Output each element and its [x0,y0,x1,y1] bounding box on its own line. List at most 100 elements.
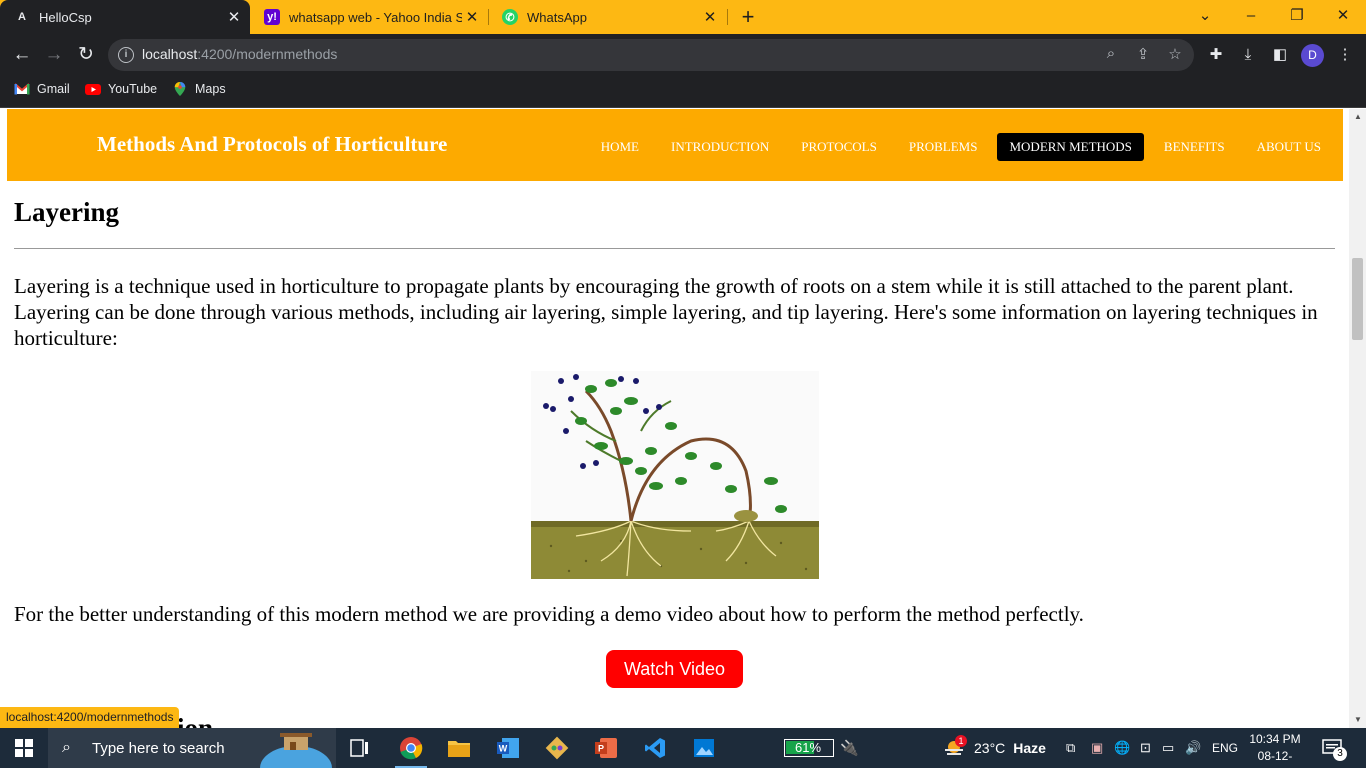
powerpoint-icon[interactable]: P [582,728,630,768]
scroll-down-icon[interactable]: ▼ [1354,715,1362,724]
search-icon: ⌕ [62,739,71,756]
whatsapp-icon: ✆ [502,9,518,25]
weather-description: Haze [1013,740,1046,756]
tab-strip: A HelloCsp ✕ y! whatsapp web - Yahoo Ind… [0,0,1366,34]
vscode-icon[interactable] [631,728,679,768]
maps-icon [174,82,186,96]
window-close-icon[interactable]: ✕ [1320,0,1366,34]
youtube-icon [85,84,101,95]
notification-count: 3 [1333,747,1347,761]
search-highlight-icon [260,733,332,768]
url-path: :4200/modernmethods [197,46,338,62]
task-view-icon[interactable] [336,728,384,768]
section-heading: Layering [14,197,119,227]
notification-center[interactable]: 3 [1322,728,1347,768]
battery-percent: 61% [794,740,822,755]
git-app-icon[interactable] [533,728,581,768]
language-indicator[interactable]: ENG [1212,728,1238,768]
back-icon[interactable]: ← [9,42,35,68]
scroll-thumb[interactable] [1352,258,1363,340]
nav-introduction[interactable]: INTRODUCTION [659,133,781,161]
tab-yahoo-search[interactable]: y! whatsapp web - Yahoo India Sea ✕ [250,0,488,34]
nav-home[interactable]: HOME [589,133,651,161]
section-divider [14,248,1335,249]
search-placeholder: Type here to search [92,739,225,757]
bookmark-youtube[interactable]: YouTube [85,82,157,96]
chrome-taskbar-icon[interactable] [387,728,435,768]
nav-problems[interactable]: PROBLEMS [897,133,990,161]
svg-text:P: P [598,744,604,754]
clock-time: 10:34 PM [1249,732,1301,746]
power-plan-icon[interactable]: ▭ [1162,728,1174,768]
close-icon[interactable]: ✕ [462,8,482,26]
site-navbar: Methods And Protocols of Horticulture HO… [7,109,1343,181]
file-explorer-icon[interactable] [435,728,483,768]
reload-icon[interactable]: ↻ [73,42,99,68]
weather-widget[interactable]: 1 23°C Haze [943,728,1046,768]
word-icon[interactable]: W [484,728,532,768]
battery-indicator[interactable]: 61% [784,739,834,757]
menu-icon[interactable]: ⋮ [1333,44,1357,68]
side-panel-icon[interactable]: ◧ [1268,44,1292,68]
page-viewport: Methods And Protocols of Horticulture HO… [0,109,1366,728]
yahoo-icon: y! [264,9,280,25]
antivirus-icon[interactable]: ▣ [1091,728,1103,768]
tab-title: WhatsApp [527,9,587,25]
watch-video-button[interactable]: Watch Video [606,650,743,688]
nav-benefits[interactable]: BENEFITS [1152,133,1237,161]
bookmark-star-icon[interactable]: ☆ [1164,45,1186,65]
site-info-icon[interactable]: i [118,47,134,63]
scroll-up-icon[interactable]: ▲ [1354,112,1362,121]
address-bar[interactable]: i localhost:4200/modernmethods ⌕ ⇪ ☆ [108,39,1194,71]
browser-toolbar: ← → ↻ i localhost:4200/modernmethods ⌕ ⇪… [0,34,1366,76]
weather-badge: 1 [955,735,967,747]
network-icon[interactable]: 🌐 [1114,728,1130,768]
bookmark-label: Gmail [37,82,70,96]
profile-avatar[interactable]: D [1301,44,1324,67]
start-button[interactable] [0,728,48,768]
forward-icon[interactable]: → [41,42,67,68]
volume-icon[interactable]: 🔊 [1185,728,1201,768]
bookmark-gmail[interactable]: Gmail [14,82,70,96]
tab-search-icon[interactable]: ⌄ [1182,0,1228,34]
system-clock[interactable]: 10:34 PM 08-12-2023 [1245,731,1305,768]
onedrive-icon[interactable]: ⊡ [1140,728,1151,768]
windows-logo-icon [15,739,33,757]
restore-icon[interactable]: ❐ [1274,0,1320,34]
extensions-icon[interactable]: ✚ [1204,44,1228,68]
bookmark-maps[interactable]: Maps [172,82,226,96]
url-host: localhost [142,46,198,62]
bookmark-label: YouTube [108,82,158,96]
zoom-icon[interactable]: ⌕ [1100,45,1122,65]
minimize-icon[interactable]: – [1228,0,1274,34]
close-icon[interactable]: ✕ [224,8,244,26]
charging-icon: 🔌 [840,740,859,757]
new-tab-button[interactable]: + [736,4,760,30]
windows-taskbar: ⌕ Type here to search W P 61% 🔌 1 23°C H… [0,728,1366,768]
download-icon[interactable]: ⤓ [1236,44,1260,68]
site-nav-links: HOME INTRODUCTION PROTOCOLS PROBLEMS MOD… [581,133,1333,161]
layering-plant-illustration [530,371,819,579]
share-icon[interactable]: ⇪ [1132,45,1154,65]
nav-modern-methods[interactable]: MODERN METHODS [997,133,1144,161]
tab-title: HelloCsp [39,9,92,25]
video-intro-paragraph: For the better understanding of this mod… [14,602,1084,626]
tab-title: whatsapp web - Yahoo India Sea [289,9,462,25]
site-brand[interactable]: Methods And Protocols of Horticulture [97,132,447,157]
close-icon[interactable]: ✕ [700,8,720,26]
photos-icon[interactable] [680,728,728,768]
section-paragraph: Layering is a technique used in horticul… [14,274,1318,350]
page-scrollbar[interactable]: ▲ ▼ [1349,109,1366,728]
bookmarks-bar: Gmail YouTube Maps [0,76,1366,108]
nav-protocols[interactable]: PROTOCOLS [789,133,889,161]
meet-now-icon[interactable]: ⧉ [1066,728,1075,768]
tab-hellocsp[interactable]: A HelloCsp ✕ [0,0,250,34]
clock-date: 08-12-2023 [1257,749,1293,768]
tab-whatsapp[interactable]: ✆ WhatsApp ✕ [488,0,726,34]
taskbar-search-box[interactable]: ⌕ Type here to search [48,728,336,768]
bookmark-label: Maps [195,82,226,96]
gmail-icon [14,83,30,95]
nav-about-us[interactable]: ABOUT US [1245,133,1333,161]
main-content: Layering Layering is a technique used in… [14,197,1335,688]
address-url: localhost:4200/modernmethods [142,46,337,62]
